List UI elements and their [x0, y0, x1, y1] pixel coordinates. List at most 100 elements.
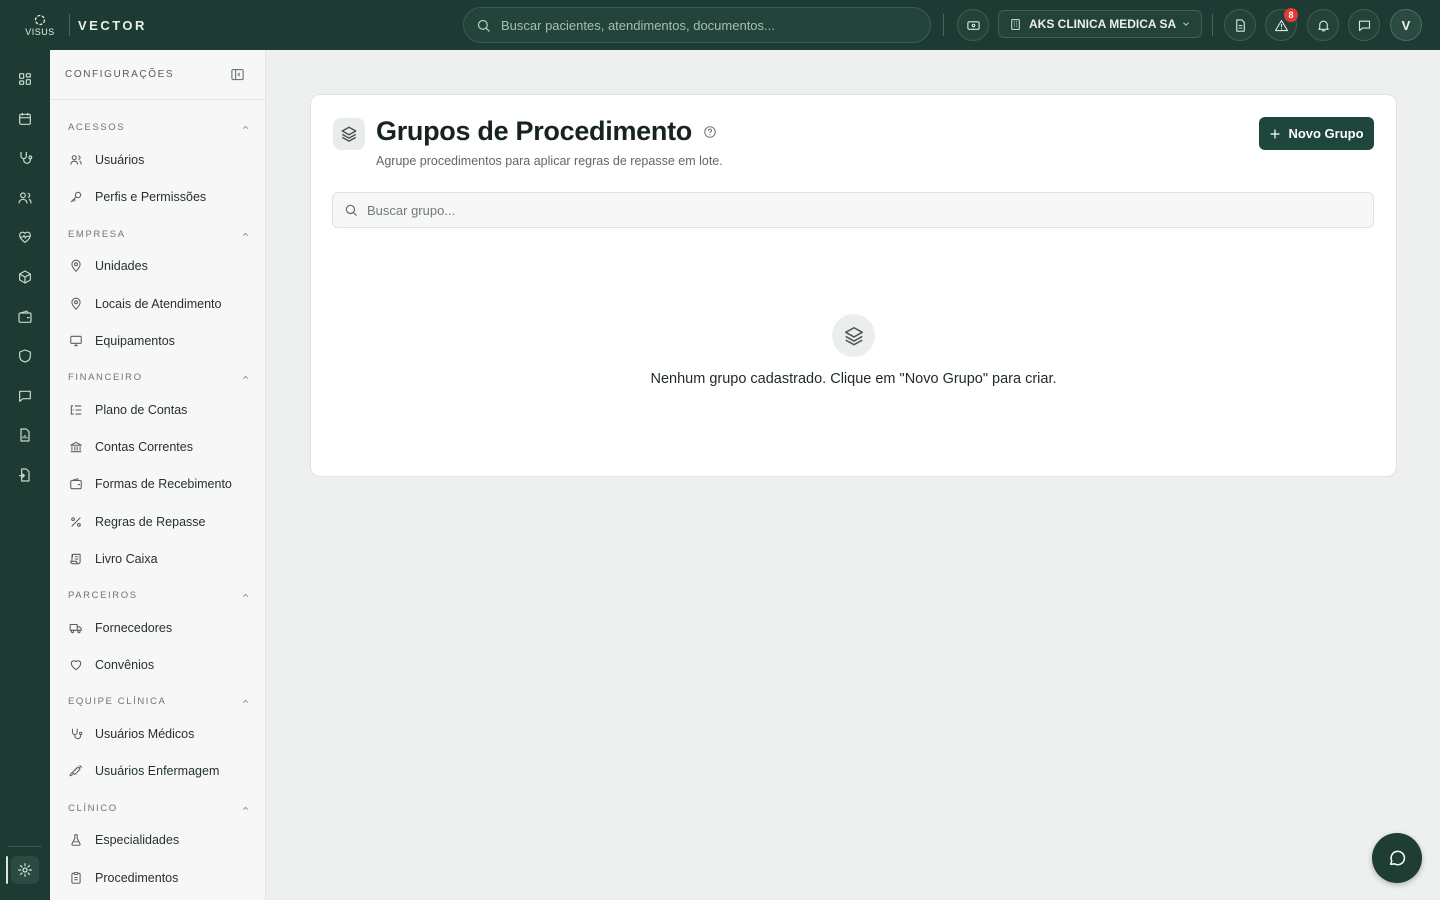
sidebar-item-unidades[interactable]: Unidades [69, 252, 249, 280]
section-clinico[interactable]: CLÍNICO [68, 803, 250, 814]
stethoscope-icon [71, 728, 83, 740]
product-name: VECTOR [78, 17, 147, 33]
section-equipe-clinica[interactable]: EQUIPE CLÍNICA [68, 696, 250, 707]
sidebar-item-contas-correntes[interactable]: Contas Correntes [69, 433, 249, 461]
new-group-button[interactable]: Novo Grupo [1259, 117, 1374, 150]
page-subtitle: Agrupe procedimentos para aplicar regras… [376, 154, 723, 168]
sidebar-item-regras-repasse[interactable]: Regras de Repasse [69, 508, 249, 536]
sidebar-item-plano-contas[interactable]: Plano de Contas [69, 396, 249, 424]
documents-button[interactable] [1224, 9, 1256, 41]
bell-icon [1317, 20, 1329, 31]
chevron-up-icon [242, 232, 249, 236]
clinic-selector[interactable]: AKS CLINICA MEDICA SA [998, 10, 1202, 38]
syringe-icon [69, 764, 83, 777]
empty-state-icon [832, 314, 875, 357]
sidebar-item-usuarios-medicos[interactable]: Usuários Médicos [69, 720, 249, 748]
chevron-up-icon [242, 125, 249, 129]
section-empresa[interactable]: EMPRESA [68, 229, 250, 240]
help-circle-icon [704, 126, 716, 138]
collapse-sidebar-button[interactable] [230, 67, 245, 82]
plus-icon [1270, 128, 1281, 139]
rail-security[interactable] [11, 342, 39, 370]
message-square-icon [19, 390, 31, 402]
users-icon [18, 192, 32, 204]
sidebar-item-convenios[interactable]: Convênios [69, 651, 249, 679]
toolbar-divider [1212, 14, 1213, 36]
brand-divider [69, 14, 70, 36]
truck-icon [69, 623, 82, 634]
rail-active-indicator [6, 856, 8, 884]
rail-clinical[interactable] [11, 144, 39, 172]
file-export-icon [19, 468, 30, 482]
building-icon [1011, 18, 1020, 30]
sidebar-item-formas-recebimento[interactable]: Formas de Recebimento [69, 470, 249, 498]
section-financeiro[interactable]: FINANCEIRO [68, 372, 250, 383]
sidebar-item-livro-caixa[interactable]: Livro Caixa [69, 545, 249, 573]
logo-mark-icon [34, 14, 46, 25]
wallet-icon [70, 478, 82, 490]
map-pin-icon [71, 297, 81, 310]
rail-calendar[interactable] [11, 105, 39, 133]
clipboard-icon [71, 871, 81, 884]
page-icon [333, 118, 365, 150]
calendar-icon [19, 113, 31, 125]
procedure-groups-card: Grupos de Procedimento Agrupe procedimen… [310, 94, 1397, 477]
file-chart-icon [20, 428, 30, 442]
rail-finance[interactable] [11, 303, 39, 331]
sidebar-item-locais-atendimento[interactable]: Locais de Atendimento [69, 290, 249, 318]
toolbar-divider [943, 14, 944, 36]
brand-name: VISUS [25, 26, 55, 37]
global-search-input[interactable] [501, 17, 921, 33]
sidebar-item-fornecedores[interactable]: Fornecedores [69, 614, 249, 642]
section-parceiros[interactable]: PARCEIROS [68, 590, 250, 601]
sidebar-item-procedimentos[interactable]: Procedimentos [69, 864, 249, 892]
messages-button[interactable] [1348, 9, 1380, 41]
rail-divider [8, 846, 42, 847]
notifications-button[interactable] [1307, 9, 1339, 41]
search-icon [477, 19, 490, 32]
sidebar-header: CONFIGURAÇÕES [50, 50, 265, 100]
global-search[interactable] [463, 7, 931, 43]
sidebar-item-especialidades[interactable]: Especialidades [69, 826, 249, 854]
wallet-icon [18, 310, 32, 323]
file-text-icon [1235, 18, 1245, 32]
empty-state-message: Nenhum grupo cadastrado. Clique em "Novo… [650, 371, 1057, 387]
rail-messages[interactable] [11, 382, 39, 410]
rail-integrations[interactable] [11, 461, 39, 489]
page-title: Grupos de Procedimento [376, 116, 692, 146]
stethoscope-icon [20, 152, 33, 164]
gear-icon [18, 863, 32, 877]
sidebar-item-perfis-permissoes[interactable]: Perfis e Permissões [69, 183, 249, 211]
scroll-icon [70, 553, 81, 565]
sidebar-title: CONFIGURAÇÕES [65, 69, 175, 80]
rail-health[interactable] [11, 223, 39, 251]
sidebar-item-usuarios-enfermagem[interactable]: Usuários Enfermagem [69, 757, 249, 785]
layout-grid-icon [19, 73, 31, 85]
settings-sidebar: CONFIGURAÇÕES ACESSOS Usuários Perfis e … [50, 50, 266, 900]
user-avatar[interactable]: V [1390, 9, 1422, 41]
layers-icon [844, 326, 863, 345]
heart-pulse-icon [19, 231, 31, 243]
shield-icon [19, 349, 31, 363]
message-square-icon [1358, 20, 1370, 31]
chat-support-button[interactable] [1372, 833, 1422, 883]
section-acessos[interactable]: ACESSOS [68, 122, 250, 133]
rail-reports[interactable] [11, 421, 39, 449]
rail-inventory[interactable] [11, 263, 39, 291]
map-pin-icon [71, 259, 81, 272]
bank-icon [70, 441, 82, 453]
group-search[interactable] [332, 192, 1374, 228]
key-icon [70, 191, 82, 203]
sidebar-item-usuarios[interactable]: Usuários [69, 146, 249, 174]
sidebar-item-equipamentos[interactable]: Equipamentos [69, 327, 249, 355]
clinic-name: AKS CLINICA MEDICA SA [1029, 17, 1177, 31]
group-search-input[interactable] [367, 202, 1347, 218]
ticket-button[interactable] [957, 9, 989, 41]
help-button[interactable] [703, 125, 717, 139]
visus-logo[interactable]: VISUS [15, 0, 65, 50]
rail-settings[interactable] [11, 856, 39, 884]
package-icon [19, 270, 31, 284]
rail-dashboard[interactable] [11, 65, 39, 93]
monitor-icon [70, 335, 82, 347]
rail-patients[interactable] [11, 184, 39, 212]
